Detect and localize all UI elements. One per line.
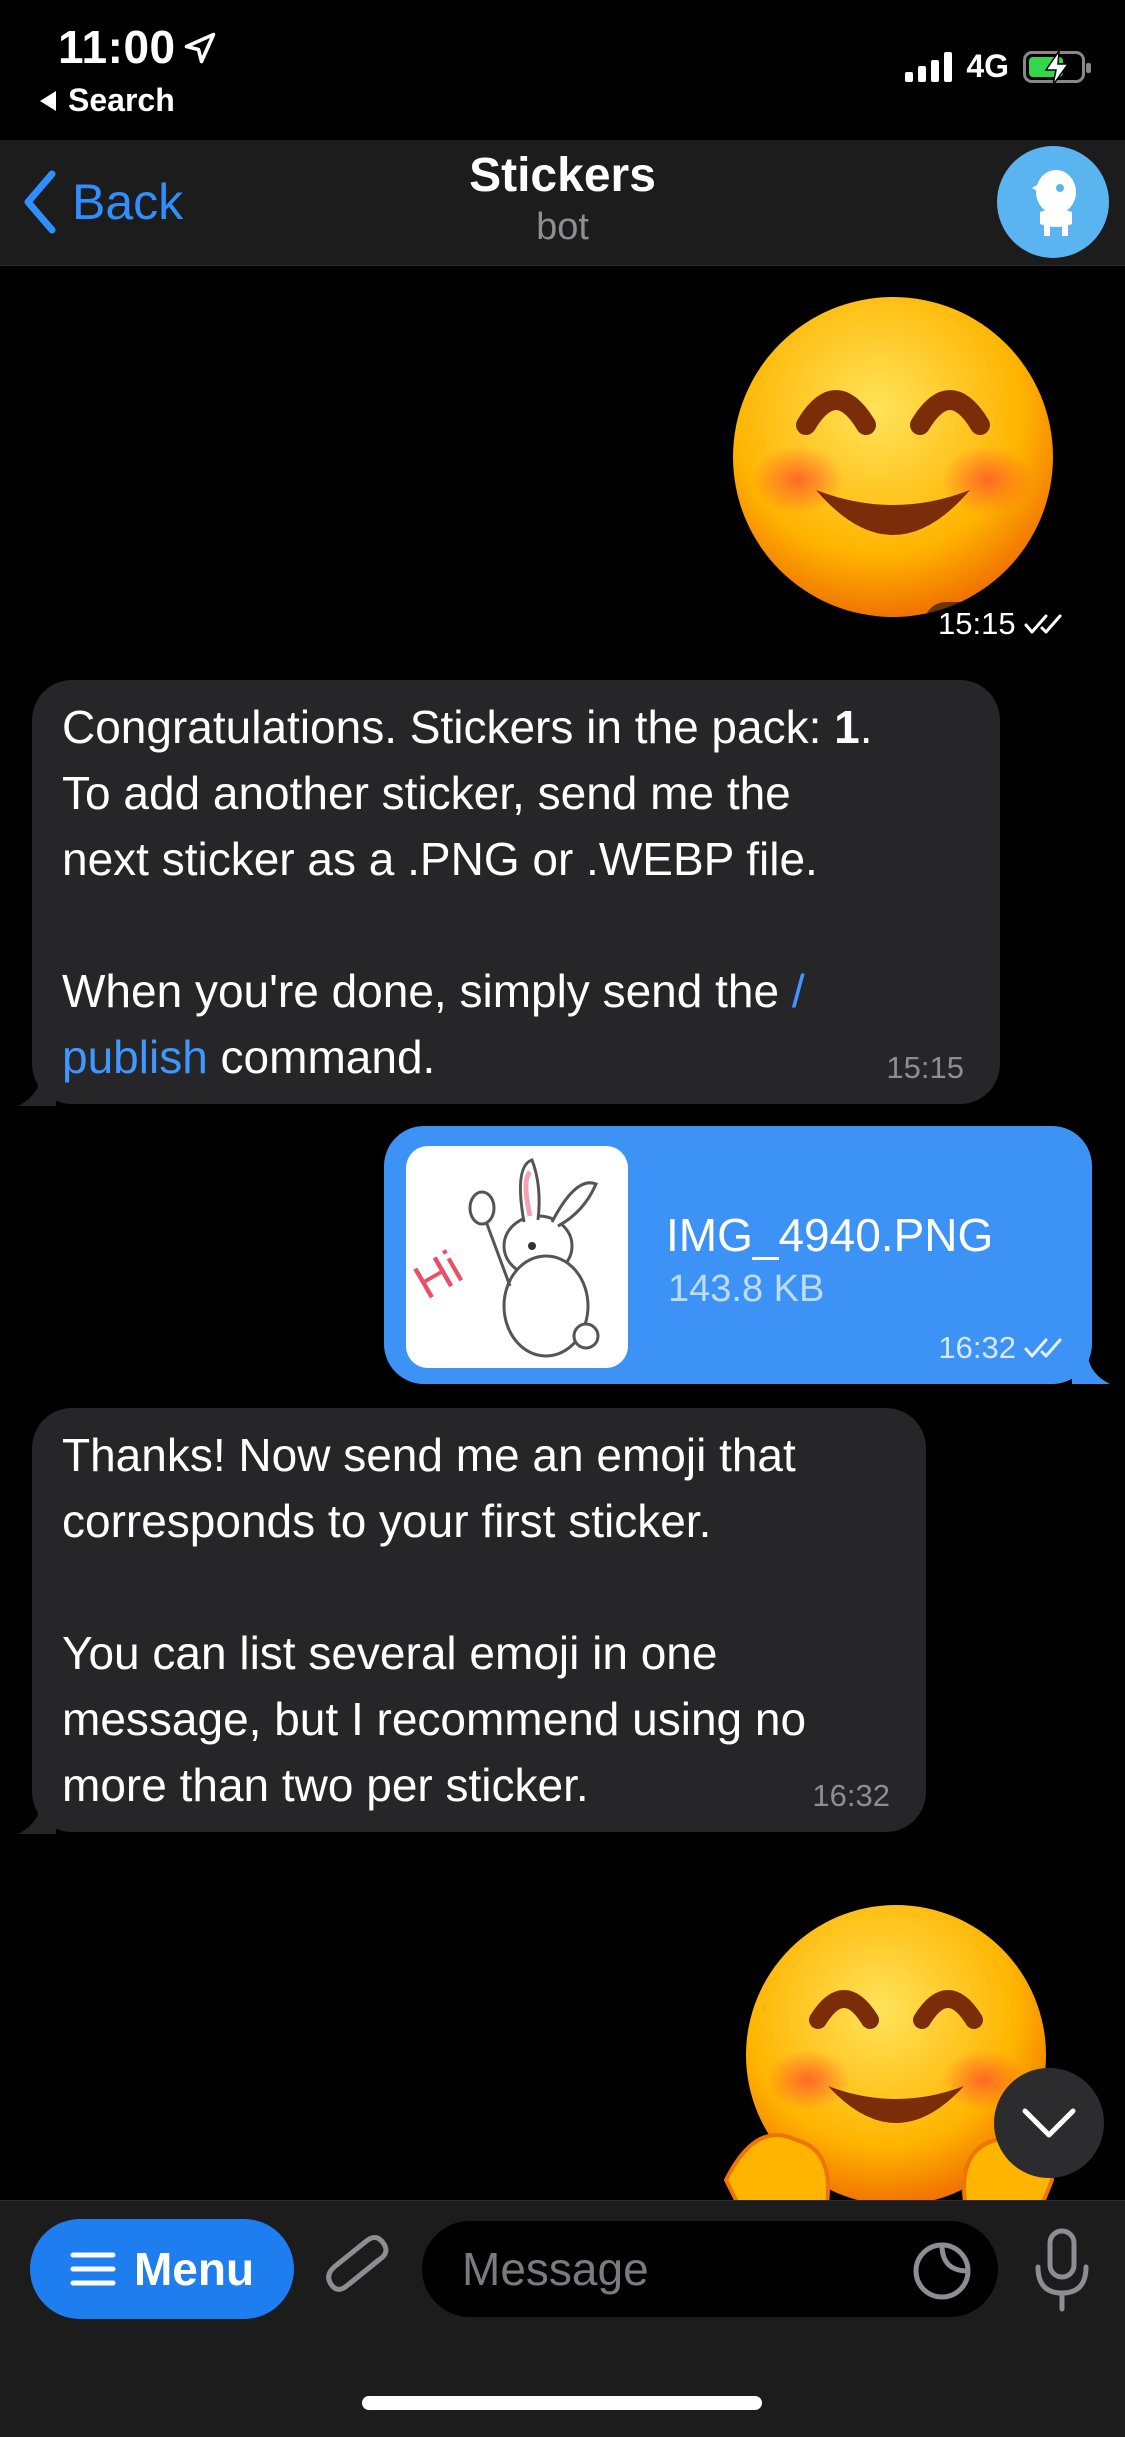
signal-icon — [905, 51, 953, 82]
hamburger-icon — [70, 2252, 116, 2286]
chevron-down-icon — [1022, 2108, 1076, 2138]
status-time: 11:00 — [58, 21, 176, 73]
sticker-message[interactable] — [726, 290, 1060, 624]
back-triangle-icon — [40, 90, 56, 111]
message-time: 16:32 — [812, 1778, 890, 1813]
double-check-icon — [1024, 614, 1062, 634]
message-time: 15:15 — [886, 1050, 964, 1085]
duck-icon — [1032, 170, 1076, 236]
bubble-tail — [18, 1806, 56, 1834]
outgoing-file-message[interactable]: Hi IMG_4940.PNG 143.8 KB 16:32 — [384, 1126, 1092, 1384]
paperclip-icon[interactable] — [322, 2231, 394, 2311]
publish-command-link[interactable]: / — [792, 965, 805, 1017]
message-text: Congratulations. Stickers in the pack: 1… — [62, 701, 873, 1083]
incoming-message[interactable]: Thanks! Now send me an emoji that corres… — [32, 1408, 926, 1832]
chat-header: Back Stickers bot — [0, 140, 1125, 266]
file-name: IMG_4940.PNG — [666, 1209, 994, 1261]
message-placeholder: Message — [462, 2243, 649, 2295]
message-text: Thanks! Now send me an emoji that corres… — [62, 1429, 807, 1811]
battery-icon — [1023, 49, 1091, 85]
scroll-to-bottom-button[interactable] — [994, 2068, 1104, 2178]
chat-subtitle: bot — [536, 206, 589, 248]
file-thumbnail[interactable]: Hi — [406, 1146, 628, 1368]
chat-title[interactable]: Stickers — [0, 148, 1125, 203]
file-size: 143.8 KB — [668, 1268, 825, 1310]
publish-command-link[interactable]: publish — [62, 1031, 208, 1083]
message-time: 16:32 — [938, 1330, 1068, 1366]
back-to-app[interactable]: Search — [38, 82, 175, 119]
bubble-tail — [1072, 1356, 1110, 1384]
svg-text:Hi: Hi — [406, 1241, 471, 1310]
smiling-face-sticker — [733, 297, 1053, 617]
message-time: 15:15 — [924, 602, 1082, 646]
status-indicators: 4G — [905, 48, 1091, 85]
microphone-icon[interactable] — [1030, 2227, 1094, 2313]
double-check-icon — [1024, 1338, 1062, 1358]
sticker-icon[interactable] — [912, 2241, 972, 2301]
home-indicator[interactable] — [362, 2396, 762, 2410]
back-app-label: Search — [68, 82, 175, 118]
menu-button[interactable]: Menu — [30, 2219, 294, 2319]
incoming-message[interactable]: Congratulations. Stickers in the pack: 1… — [32, 680, 1000, 1104]
bot-avatar[interactable] — [997, 146, 1109, 258]
menu-label: Menu — [133, 2243, 255, 2295]
location-arrow-icon — [184, 32, 216, 64]
time-label: 15:15 — [938, 606, 1016, 641]
bunny-sticker-thumbnail: Hi — [406, 1158, 600, 1358]
bubble-tail — [18, 1078, 56, 1106]
network-label: 4G — [966, 48, 1009, 84]
